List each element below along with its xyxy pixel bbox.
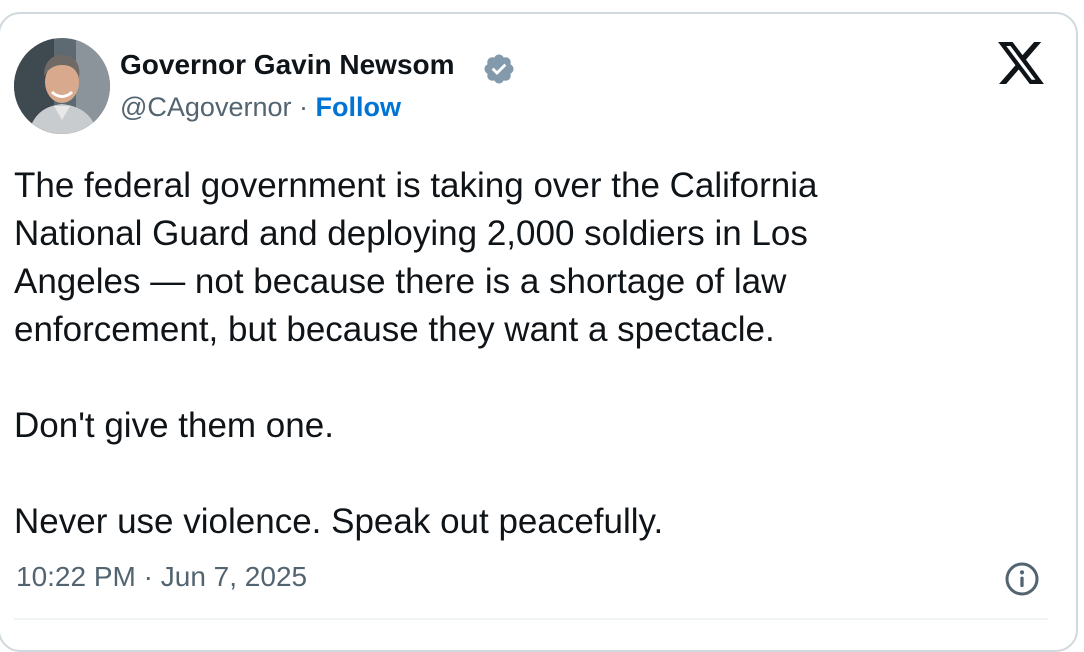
author-name[interactable]: Governor Gavin Newsom [120, 48, 455, 82]
verified-badge-icon [484, 54, 514, 84]
avatar[interactable] [14, 38, 110, 134]
author-handle[interactable]: @CAgovernor [120, 92, 291, 122]
timestamp-separator: · [135, 561, 161, 592]
info-icon[interactable] [1004, 561, 1040, 597]
handle-separator: · [291, 92, 316, 122]
avatar-photo [14, 38, 110, 134]
handle-row: @CAgovernor · Follow [120, 90, 401, 124]
tweet-time[interactable]: 10:22 PM [16, 561, 136, 592]
follow-link[interactable]: Follow [315, 92, 400, 122]
tweet-text: The federal government is taking over th… [14, 166, 818, 541]
x-logo-icon[interactable] [998, 42, 1044, 84]
timestamp-row: 10:22 PM · Jun 7, 2025 [16, 560, 307, 594]
tweet-date[interactable]: Jun 7, 2025 [161, 561, 307, 592]
divider [14, 618, 1048, 620]
